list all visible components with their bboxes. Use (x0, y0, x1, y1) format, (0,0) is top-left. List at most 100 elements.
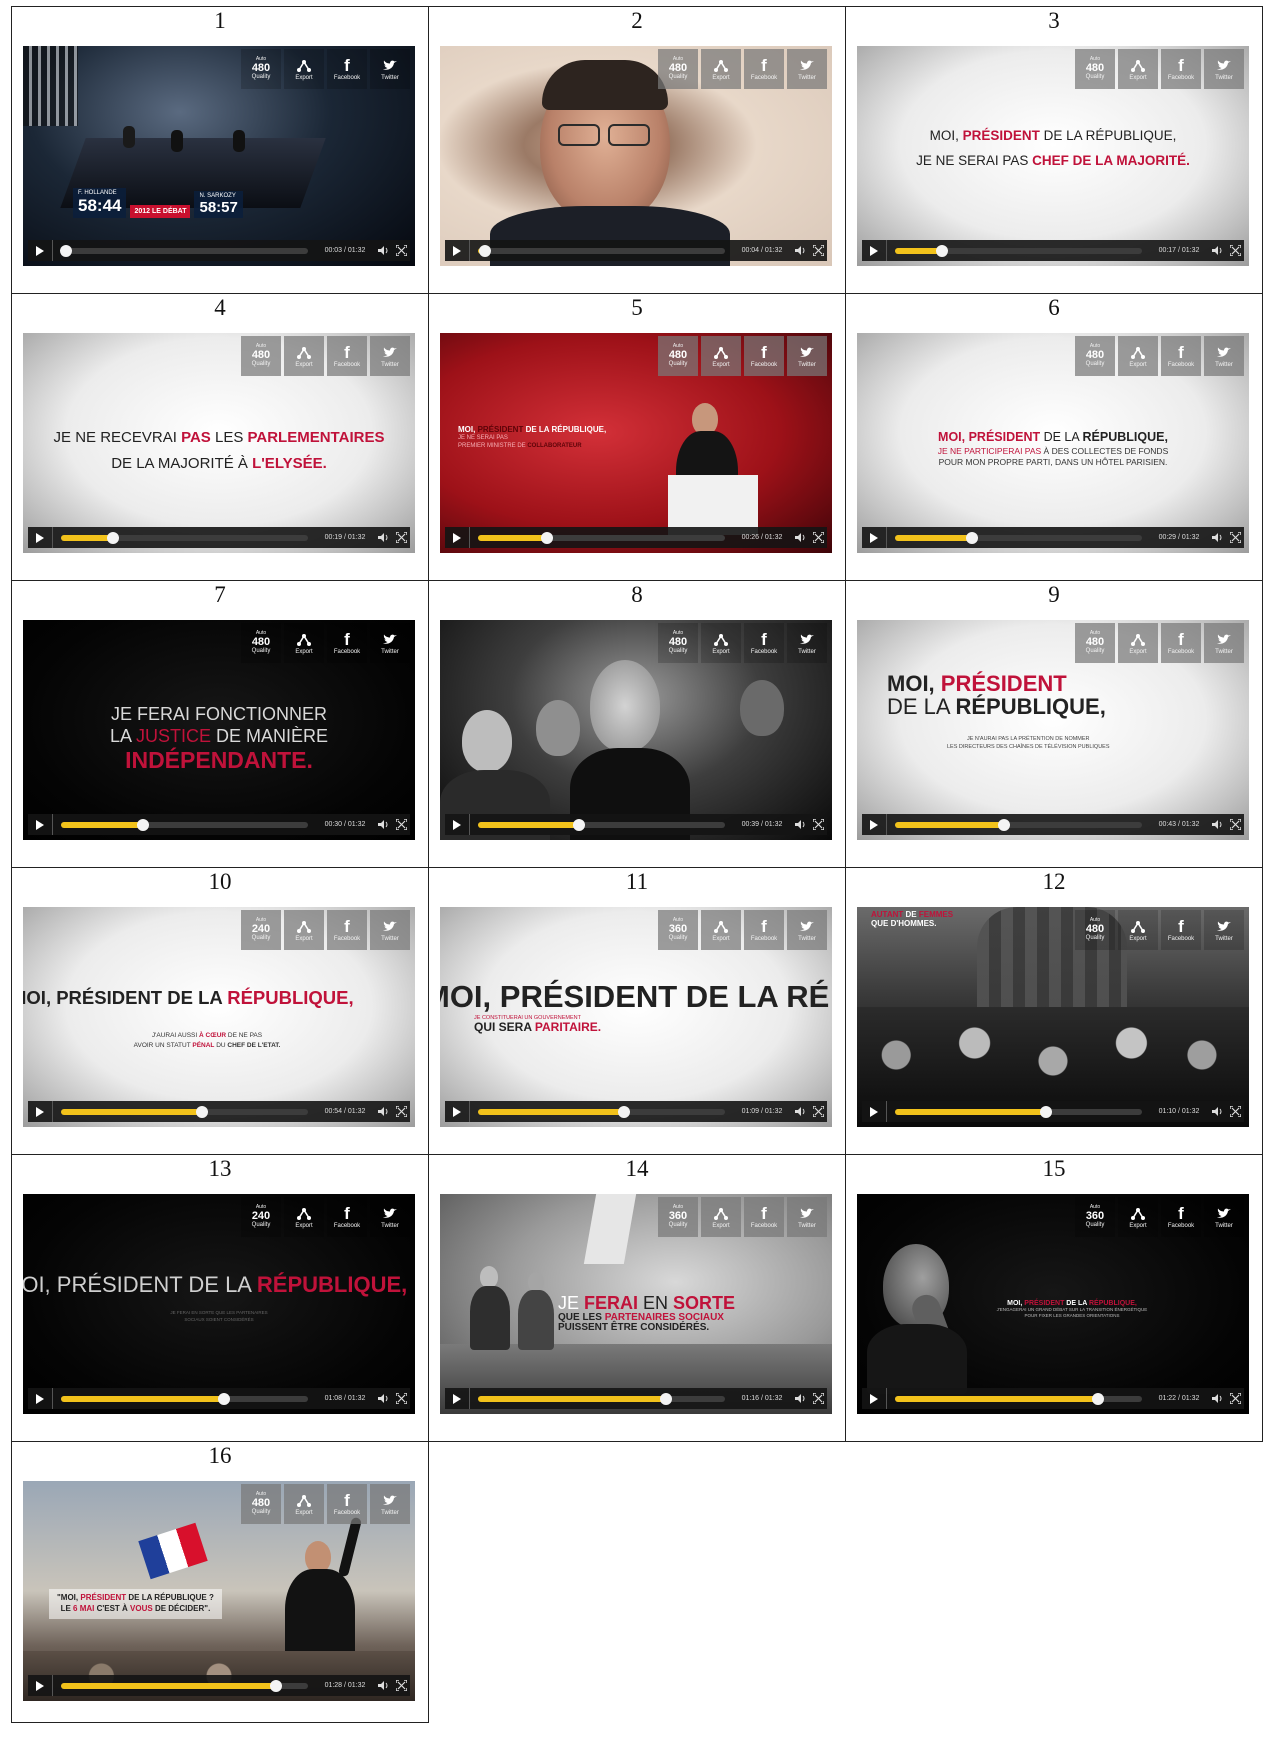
twitter-button[interactable]: Twitter (787, 1197, 827, 1237)
progress-handle[interactable] (269, 1679, 282, 1692)
progress-handle[interactable] (59, 244, 72, 257)
progress-track[interactable] (61, 1392, 308, 1405)
export-button[interactable]: Export (284, 49, 324, 89)
fullscreen-button[interactable] (1226, 1106, 1244, 1117)
fullscreen-button[interactable] (392, 1680, 410, 1691)
quality-button[interactable]: Auto 480 Quality (241, 336, 281, 376)
fullscreen-button[interactable] (1226, 532, 1244, 543)
quality-button[interactable]: Auto 480 Quality (241, 623, 281, 663)
facebook-button[interactable]: f Facebook (327, 910, 367, 950)
volume-button[interactable] (791, 1106, 809, 1117)
progress-handle[interactable] (479, 244, 492, 257)
progress-handle[interactable] (1039, 1105, 1052, 1118)
twitter-button[interactable]: Twitter (787, 623, 827, 663)
facebook-button[interactable]: f Facebook (1161, 336, 1201, 376)
fullscreen-button[interactable] (392, 819, 410, 830)
facebook-button[interactable]: f Facebook (1161, 910, 1201, 950)
play-button[interactable] (862, 240, 887, 261)
progress-track[interactable] (895, 531, 1142, 544)
play-button[interactable] (862, 527, 887, 548)
progress-track[interactable] (895, 1392, 1142, 1405)
facebook-button[interactable]: f Facebook (327, 49, 367, 89)
progress-handle[interactable] (195, 1105, 208, 1118)
twitter-button[interactable]: Twitter (1204, 910, 1244, 950)
fullscreen-button[interactable] (809, 532, 827, 543)
export-button[interactable]: Export (701, 336, 741, 376)
fullscreen-button[interactable] (1226, 1393, 1244, 1404)
volume-button[interactable] (1208, 819, 1226, 830)
fullscreen-button[interactable] (1226, 245, 1244, 256)
quality-button[interactable]: Auto 480 Quality (1075, 910, 1115, 950)
play-button[interactable] (445, 1101, 470, 1122)
twitter-button[interactable]: Twitter (370, 623, 410, 663)
progress-track[interactable] (478, 244, 725, 257)
volume-button[interactable] (791, 1393, 809, 1404)
quality-button[interactable]: Auto 240 Quality (241, 1197, 281, 1237)
progress-track[interactable] (61, 1679, 308, 1692)
twitter-button[interactable]: Twitter (1204, 336, 1244, 376)
progress-track[interactable] (478, 1105, 725, 1118)
twitter-button[interactable]: Twitter (370, 336, 410, 376)
facebook-button[interactable]: f Facebook (1161, 1197, 1201, 1237)
facebook-button[interactable]: f Facebook (744, 623, 784, 663)
facebook-button[interactable]: f Facebook (327, 1197, 367, 1237)
play-button[interactable] (862, 1388, 887, 1409)
quality-button[interactable]: Auto 480 Quality (241, 1484, 281, 1524)
progress-track[interactable] (61, 1105, 308, 1118)
quality-button[interactable]: Auto 480 Quality (658, 49, 698, 89)
export-button[interactable]: Export (1118, 910, 1158, 950)
progress-handle[interactable] (218, 1392, 231, 1405)
volume-button[interactable] (1208, 245, 1226, 256)
play-button[interactable] (28, 1388, 53, 1409)
export-button[interactable]: Export (284, 623, 324, 663)
fullscreen-button[interactable] (809, 819, 827, 830)
export-button[interactable]: Export (284, 1484, 324, 1524)
progress-handle[interactable] (617, 1105, 630, 1118)
twitter-button[interactable]: Twitter (370, 1197, 410, 1237)
twitter-button[interactable]: Twitter (1204, 1197, 1244, 1237)
quality-button[interactable]: Auto 360 Quality (1075, 1197, 1115, 1237)
quality-button[interactable]: Auto 480 Quality (1075, 623, 1115, 663)
export-button[interactable]: Export (701, 623, 741, 663)
facebook-button[interactable]: f Facebook (327, 623, 367, 663)
quality-button[interactable]: Auto 480 Quality (658, 623, 698, 663)
twitter-button[interactable]: Twitter (1204, 49, 1244, 89)
quality-button[interactable]: Auto 480 Quality (658, 336, 698, 376)
fullscreen-button[interactable] (392, 1393, 410, 1404)
progress-handle[interactable] (1091, 1392, 1104, 1405)
progress-handle[interactable] (136, 818, 149, 831)
export-button[interactable]: Export (701, 1197, 741, 1237)
progress-handle[interactable] (965, 531, 978, 544)
play-button[interactable] (28, 1101, 53, 1122)
play-button[interactable] (28, 1675, 53, 1696)
fullscreen-button[interactable] (809, 1393, 827, 1404)
facebook-button[interactable]: f Facebook (327, 1484, 367, 1524)
export-button[interactable]: Export (1118, 1197, 1158, 1237)
play-button[interactable] (445, 1388, 470, 1409)
progress-track[interactable] (61, 531, 308, 544)
twitter-button[interactable]: Twitter (787, 49, 827, 89)
volume-button[interactable] (374, 1680, 392, 1691)
volume-button[interactable] (1208, 532, 1226, 543)
play-button[interactable] (445, 527, 470, 548)
progress-track[interactable] (895, 818, 1142, 831)
volume-button[interactable] (374, 1106, 392, 1117)
progress-track[interactable] (478, 531, 725, 544)
progress-track[interactable] (59, 244, 308, 257)
progress-handle[interactable] (935, 244, 948, 257)
fullscreen-button[interactable] (1226, 819, 1244, 830)
quality-button[interactable]: Auto 240 Quality (241, 910, 281, 950)
play-button[interactable] (28, 527, 53, 548)
volume-button[interactable] (791, 532, 809, 543)
progress-track[interactable] (478, 818, 725, 831)
play-button[interactable] (862, 814, 887, 835)
facebook-button[interactable]: f Facebook (327, 336, 367, 376)
fullscreen-button[interactable] (809, 245, 827, 256)
export-button[interactable]: Export (1118, 336, 1158, 376)
export-button[interactable]: Export (1118, 49, 1158, 89)
quality-button[interactable]: Auto 480 Quality (1075, 49, 1115, 89)
quality-button[interactable]: Auto 360 Quality (658, 1197, 698, 1237)
facebook-button[interactable]: f Facebook (1161, 623, 1201, 663)
progress-handle[interactable] (573, 818, 586, 831)
progress-handle[interactable] (659, 1392, 672, 1405)
